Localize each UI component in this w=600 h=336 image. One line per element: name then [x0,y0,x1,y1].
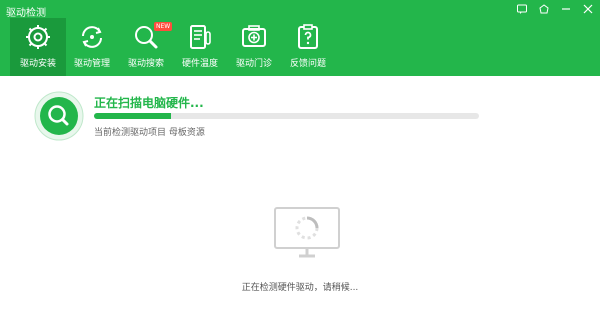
window-title: 驱动检测 [6,8,46,19]
nav-item-feedback[interactable]: 反馈问题 [280,18,336,76]
close-icon[interactable] [580,2,596,16]
nav-item-driver-search[interactable]: NEW 驱动搜索 [118,18,174,76]
nav-item-hardware-temp[interactable]: 硬件温度 [172,18,228,76]
nav-item-label: 硬件温度 [181,59,218,69]
nav-item-driver-install[interactable]: 驱动安装 [10,18,66,76]
main-nav: 驱动安装 驱动管理 NEW 驱动搜索 硬件温度 驱动门诊 反馈问题 [0,18,600,76]
monitor-loading-icon [274,207,340,258]
nav-item-label: 驱动搜索 [127,59,164,69]
feedback-icon[interactable] [514,2,530,16]
scan-subtitle: 当前检测驱动项目 母板资源 [94,128,205,138]
new-badge: NEW [154,22,173,31]
clinic-icon [242,25,266,47]
skin-icon[interactable] [536,2,552,16]
hardware-icon [190,25,211,49]
nav-item-driver-clinic[interactable]: 驱动门诊 [226,18,282,76]
minimize-icon[interactable] [558,2,574,16]
nav-item-driver-manage[interactable]: 驱动管理 [64,18,120,76]
scan-search-icon [34,91,84,141]
nav-item-label: 驱动安装 [19,59,56,69]
feedback-clipboard-icon [298,24,318,49]
gear-icon [26,25,50,49]
status-text: 正在检测硬件驱动，请稍候... [241,283,359,293]
scan-title: 正在扫描电脑硬件... [94,96,204,110]
top-bar: 驱动检测 驱动安装 驱动管理 NEW 驱动搜索 硬件温度 驱动门诊 反馈问题 [0,0,600,76]
nav-item-label: 反馈问题 [289,59,326,69]
window-controls [514,2,596,16]
nav-item-label: 驱动门诊 [235,59,272,69]
scan-progress-fill [94,113,171,119]
scan-progress-bar [94,113,479,119]
nav-item-label: 驱动管理 [73,59,110,69]
refresh-icon [82,26,102,48]
